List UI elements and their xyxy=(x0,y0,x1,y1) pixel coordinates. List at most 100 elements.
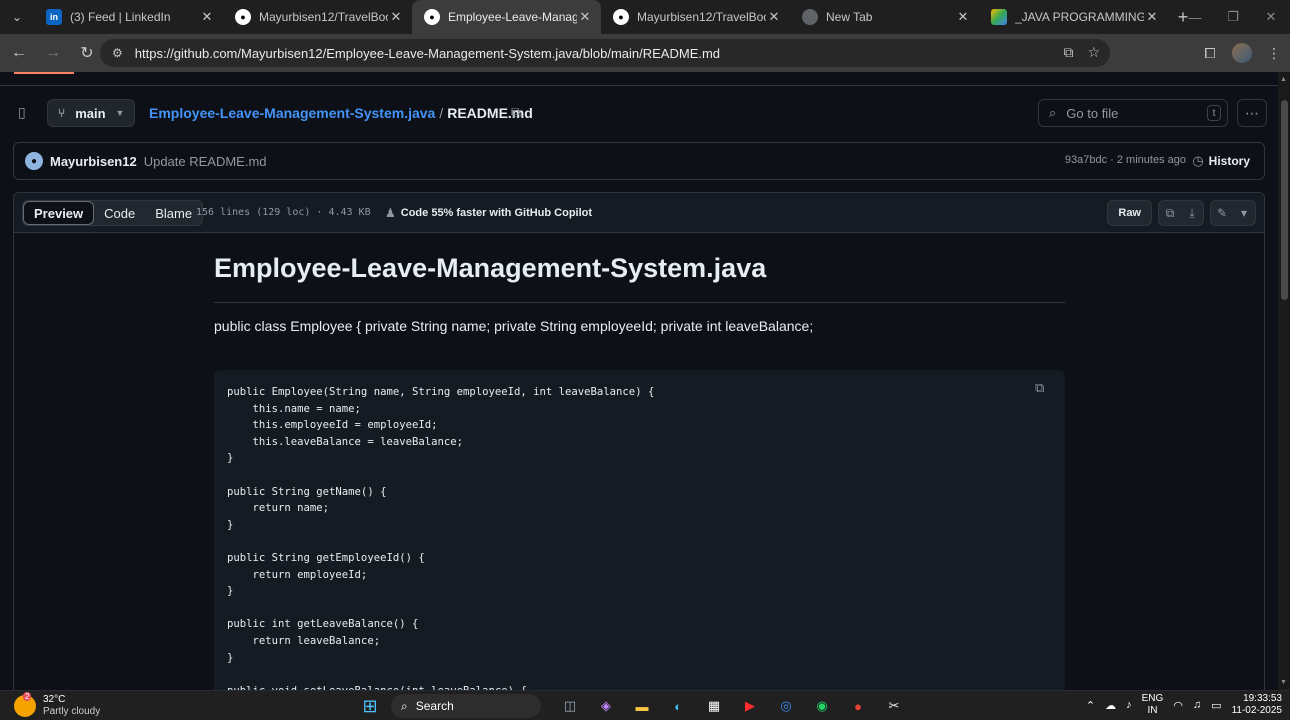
scrollbar-thumb[interactable] xyxy=(1281,100,1288,300)
latest-commit-bar: ● Mayurbisen12 Update README.md 93a7bdc … xyxy=(13,142,1265,180)
tab-blame[interactable]: Blame xyxy=(145,201,202,225)
sidebar-toggle-icon[interactable]: ▯ xyxy=(18,104,36,122)
search-icon: ⌕ xyxy=(401,698,408,713)
branch-selector-button[interactable]: ⑂ main ▼ xyxy=(47,99,135,127)
weather-sun-icon: 2 xyxy=(14,692,36,717)
onedrive-cloud-icon[interactable]: ☁ xyxy=(1105,699,1116,712)
close-tab-icon[interactable]: ✕ xyxy=(577,9,593,25)
tab-preview[interactable]: Preview xyxy=(23,201,95,225)
browser-tab-linkedin[interactable]: in (3) Feed | LinkedIn ✕ xyxy=(34,0,223,34)
maximize-icon[interactable]: ❐ xyxy=(1214,0,1252,34)
code-block-text: public Employee(String name, String empl… xyxy=(227,386,655,690)
profile-avatar[interactable] xyxy=(1232,43,1252,63)
scroll-down-icon[interactable]: ▼ xyxy=(1280,679,1287,686)
copy-raw-icon[interactable]: ⧉ xyxy=(1159,201,1181,225)
weather-widget[interactable]: 2 32°C Partly cloudy xyxy=(14,692,101,718)
copilot-promo-link[interactable]: ♟ Code 55% faster with GitHub Copilot xyxy=(385,206,592,220)
history-label: History xyxy=(1208,154,1250,168)
edit-dropdown-icon[interactable]: ▾ xyxy=(1233,201,1255,225)
browser-tab-new-tab[interactable]: New Tab ✕ xyxy=(790,0,979,34)
reload-icon[interactable]: ↻ xyxy=(72,38,102,68)
file-explorer-icon[interactable]: ▬ xyxy=(627,694,657,718)
close-window-icon[interactable]: ✕ xyxy=(1252,0,1290,34)
active-nav-underline xyxy=(14,72,74,74)
language-indicator[interactable]: ENG IN xyxy=(1142,693,1164,717)
battery-icon[interactable]: ▭ xyxy=(1211,699,1221,712)
tab-search-chevron-icon[interactable]: ⌄ xyxy=(0,0,34,34)
store-icon[interactable]: ▦ xyxy=(699,694,729,718)
copilot-app-icon[interactable]: ◈ xyxy=(591,694,621,718)
back-arrow-icon[interactable]: ← xyxy=(4,38,34,68)
breadcrumb-separator: / xyxy=(439,105,444,121)
copy-path-icon[interactable]: ⧉ xyxy=(511,104,521,121)
file-navigation-bar: ▯ ⑂ main ▼ Employee-Leave-Management-Sys… xyxy=(0,98,1278,130)
windows-start-icon[interactable]: ⊞ xyxy=(355,694,385,718)
browser-tab-travelbooking-2[interactable]: ● Mayurbisen12/TravelBooki ✕ xyxy=(601,0,790,34)
commit-message-link[interactable]: Update README.md xyxy=(144,154,267,169)
site-info-icon[interactable]: ⚙ xyxy=(112,46,123,60)
close-tab-icon[interactable]: ✕ xyxy=(955,9,971,25)
install-app-icon[interactable]: ⧉ xyxy=(1063,44,1073,61)
github-page: ▯ ⑂ main ▼ Employee-Leave-Management-Sys… xyxy=(0,72,1278,690)
forward-arrow-icon[interactable]: → xyxy=(38,38,68,68)
taskbar-apps: ⊞ ⌕ Search ◫ ◈ ▬ ◐ ▦ ▶ ◎ ◉ ● ✂ xyxy=(355,694,909,718)
bookmark-star-icon[interactable]: ☆ xyxy=(1087,44,1100,61)
drive-icon xyxy=(991,9,1007,25)
download-icon[interactable]: ⤓ xyxy=(1181,201,1203,225)
extensions-puzzle-icon[interactable]: ⧠ xyxy=(1194,38,1226,68)
commit-author-link[interactable]: Mayurbisen12 xyxy=(50,154,137,169)
file-actions: Raw ⧉ ⤓ ✎ ▾ xyxy=(1107,200,1256,226)
browser-tab-travelbooking-1[interactable]: ● Mayurbisen12/TravelBooki ✕ xyxy=(223,0,412,34)
close-tab-icon[interactable]: ✕ xyxy=(199,9,215,25)
browser-tab-employee-leave[interactable]: ● Employee-Leave-Managem ✕ xyxy=(412,0,601,34)
github-icon: ● xyxy=(235,9,251,25)
breadcrumb-repo-link[interactable]: Employee-Leave-Management-System.java xyxy=(149,105,435,121)
close-tab-icon[interactable]: ✕ xyxy=(766,9,782,25)
more-options-icon[interactable]: ⋯ xyxy=(1237,99,1267,127)
go-to-file-placeholder: Go to file xyxy=(1066,105,1119,121)
file-viewer: Preview Code Blame 156 lines (129 loc) ·… xyxy=(13,192,1265,690)
wifi-icon[interactable]: ◠ xyxy=(1173,699,1183,712)
copy-code-icon[interactable]: ⧉ xyxy=(1035,380,1053,398)
keyboard-shortcut-hint: t xyxy=(1207,105,1221,121)
browser-app-icon[interactable]: ◎ xyxy=(771,694,801,718)
url-text[interactable]: https://github.com/Mayurbisen12/Employee… xyxy=(135,46,720,61)
show-hidden-icons-chevron-icon[interactable]: ⌃ xyxy=(1086,699,1095,712)
tab-code[interactable]: Code xyxy=(94,201,145,225)
go-to-file-input[interactable]: ⌕ Go to file t xyxy=(1038,99,1228,127)
tab-title: Employee-Leave-Managem xyxy=(448,10,577,24)
avatar[interactable]: ● xyxy=(25,152,43,170)
edge-icon[interactable]: ◐ xyxy=(663,694,693,718)
edit-pencil-icon[interactable]: ✎ xyxy=(1211,201,1233,225)
chrome-icon[interactable]: ● xyxy=(843,694,873,718)
browser-toolbar: ← → ↻ ⚙ https://github.com/Mayurbisen12/… xyxy=(0,34,1290,72)
clock-date: 11-02-2025 xyxy=(1231,705,1282,716)
raw-button[interactable]: Raw xyxy=(1107,200,1152,226)
tab-title: Mayurbisen12/TravelBooki xyxy=(259,10,388,24)
whatsapp-icon[interactable]: ◉ xyxy=(807,694,837,718)
git-branch-icon: ⑂ xyxy=(58,106,66,120)
task-view-icon[interactable]: ◫ xyxy=(555,694,585,718)
tab-title: New Tab xyxy=(826,10,873,24)
close-tab-icon[interactable]: ✕ xyxy=(388,9,404,25)
page-scrollbar[interactable]: ▲ ▼ xyxy=(1278,72,1290,690)
microphone-icon[interactable]: ♪ xyxy=(1126,699,1132,711)
volume-icon[interactable]: ♫ xyxy=(1193,699,1201,711)
minimize-icon[interactable]: — xyxy=(1176,0,1214,34)
taskbar-search[interactable]: ⌕ Search xyxy=(391,694,541,718)
history-button[interactable]: ◷ History xyxy=(1192,153,1250,169)
windows-taskbar: 2 32°C Partly cloudy ⊞ ⌕ Search ◫ ◈ ▬ ◐ ▦… xyxy=(0,690,1290,720)
browser-menu-icon[interactable]: ⋮ xyxy=(1258,38,1290,68)
weather-condition: Partly cloudy xyxy=(43,706,101,717)
close-tab-icon[interactable]: ✕ xyxy=(1144,9,1160,25)
browser-tab-java-programming[interactable]: _JAVA PROGRAMMING CC ✕ xyxy=(979,0,1168,34)
tab-title: _JAVA PROGRAMMING CC xyxy=(1015,10,1144,24)
region-code: IN xyxy=(1147,705,1158,716)
address-bar[interactable]: ⚙ https://github.com/Mayurbisen12/Employ… xyxy=(100,39,1110,67)
branch-name: main xyxy=(75,105,106,121)
scroll-up-icon[interactable]: ▲ xyxy=(1280,76,1287,83)
youtube-icon[interactable]: ▶ xyxy=(735,694,765,718)
snipping-tool-icon[interactable]: ✂ xyxy=(879,694,909,718)
commit-hash-time[interactable]: 93a7bdc · 2 minutes ago xyxy=(1065,154,1186,166)
clock[interactable]: 19:33:53 11-02-2025 xyxy=(1232,693,1282,717)
